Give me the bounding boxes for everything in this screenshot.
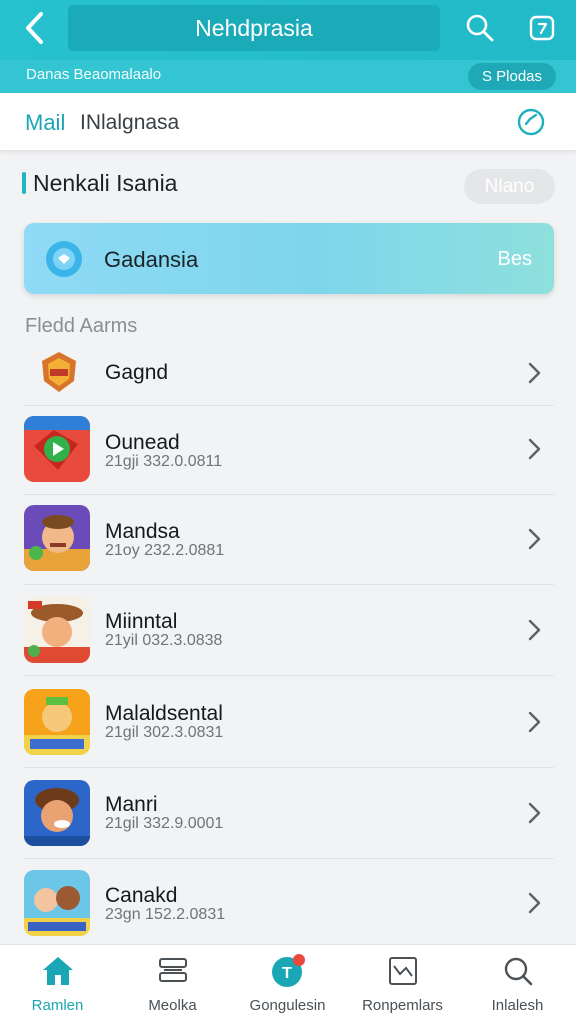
list-item-meta: 21oy 232.2.0881 — [105, 542, 225, 559]
list-item-name: Ounead — [105, 431, 180, 454]
nav-item-compare[interactable]: Ronpemlars — [345, 953, 460, 1023]
nav-item-media[interactable]: Meolka — [115, 953, 230, 1023]
list-item-meta: 21gil 332.9.0001 — [105, 815, 224, 832]
nav-label: Ramlen — [31, 997, 84, 1014]
mail-value: INlalgnasa — [80, 111, 180, 134]
edit-button[interactable] — [522, 8, 562, 48]
nav-label: Ronpemlars — [362, 997, 443, 1014]
list-item[interactable]: Mandsa 21oy 232.2.0881 — [24, 495, 554, 585]
home-icon — [40, 953, 76, 989]
shield-icon — [42, 352, 76, 392]
list-item-name: Mandsa — [105, 520, 180, 543]
image-icon — [385, 953, 421, 989]
mail-label: Mail — [25, 110, 66, 135]
list-item-name: Manri — [105, 793, 158, 816]
app-icon — [24, 597, 90, 663]
list-item[interactable]: Malaldsental 21gil 302.3.0831 — [24, 676, 554, 768]
list-item-name: Malaldsental — [105, 702, 223, 725]
search-icon — [500, 953, 536, 989]
app-icon — [24, 689, 90, 755]
app-icon — [24, 780, 90, 846]
info-bar: Danas Beaomalaalo S Plodas — [0, 60, 576, 93]
list-item-meta: 21gji 332.0.0811 — [105, 453, 223, 470]
app-icon — [24, 416, 90, 482]
nav-label: Gongulesin — [249, 997, 326, 1014]
chevron-right-icon — [528, 802, 541, 824]
check-circle-icon[interactable] — [516, 107, 546, 137]
nav-item-search[interactable]: Inlalesh — [460, 953, 575, 1023]
chevron-right-icon — [528, 711, 541, 733]
top-app-bar: Nehdprasia — [0, 0, 576, 60]
app-icon — [24, 505, 90, 571]
nav-item-home[interactable]: Ramlen — [0, 953, 115, 1023]
list-icon — [155, 953, 191, 989]
banner-label: Gadansia — [104, 247, 199, 272]
edit-icon — [529, 15, 555, 41]
character-icon — [24, 689, 90, 755]
chevron-right-icon — [528, 362, 541, 384]
list-item-meta: 21gil 302.3.0831 — [105, 724, 224, 741]
page-title: Nehdprasia — [195, 14, 313, 41]
section-action-button[interactable]: Nlano — [464, 169, 555, 204]
nav-label: Inlalesh — [491, 997, 544, 1014]
list-item-name: Miinntal — [105, 610, 178, 633]
location-icon — [46, 241, 82, 277]
list-item[interactable]: Canakd 23gn 152.2.0831 — [24, 859, 554, 944]
app-icon — [24, 870, 90, 936]
character-icon — [24, 870, 90, 936]
list-item-name: Canakd — [105, 884, 178, 907]
feature-banner[interactable]: Gadansia Bes — [24, 223, 554, 294]
chevron-right-icon — [528, 892, 541, 914]
character-icon — [24, 780, 90, 846]
list-item[interactable]: Gagnd — [24, 343, 554, 406]
list-item-name: Gagnd — [105, 361, 169, 384]
search-button[interactable] — [460, 8, 500, 48]
chevron-right-icon — [528, 619, 541, 641]
list-item-meta: 21yil 032.3.0838 — [105, 632, 223, 649]
title-field[interactable]: Nehdprasia — [68, 5, 440, 51]
info-bar-text: Danas Beaomalaalo — [26, 66, 162, 83]
character-icon — [24, 597, 90, 663]
chevron-right-icon — [528, 438, 541, 460]
info-bar-pill-button[interactable]: S Plodas — [468, 63, 556, 90]
list-item-meta: 23gn 152.2.0831 — [105, 906, 226, 923]
list-heading: Fledd Aarms — [25, 315, 138, 337]
section-accent-bar — [22, 172, 26, 194]
list-item[interactable]: Miinntal 21yil 032.3.0838 — [24, 585, 554, 676]
nav-label: Meolka — [148, 997, 197, 1014]
banner-action[interactable]: Bes — [498, 248, 532, 271]
mail-row[interactable]: Mail INlalgnasa — [0, 93, 576, 151]
list-item[interactable]: Ounead 21gji 332.0.0811 — [24, 406, 554, 495]
back-button[interactable] — [14, 8, 54, 48]
chevron-left-icon — [26, 12, 43, 44]
section-title: Nenkali Isania — [33, 170, 178, 196]
character-icon — [24, 505, 90, 571]
game-icon — [24, 416, 90, 482]
chevron-right-icon — [528, 528, 541, 550]
nav-item-center[interactable]: T Gongulesin — [230, 953, 345, 1023]
notification-icon: T — [270, 953, 306, 989]
svg-text:T: T — [282, 965, 292, 982]
search-icon — [466, 14, 494, 42]
bottom-nav: Ramlen Meolka T Gongulesin Ronpemlars In… — [0, 944, 576, 1024]
app-icon — [36, 349, 82, 395]
list-item[interactable]: Manri 21gil 332.9.0001 — [24, 768, 554, 859]
